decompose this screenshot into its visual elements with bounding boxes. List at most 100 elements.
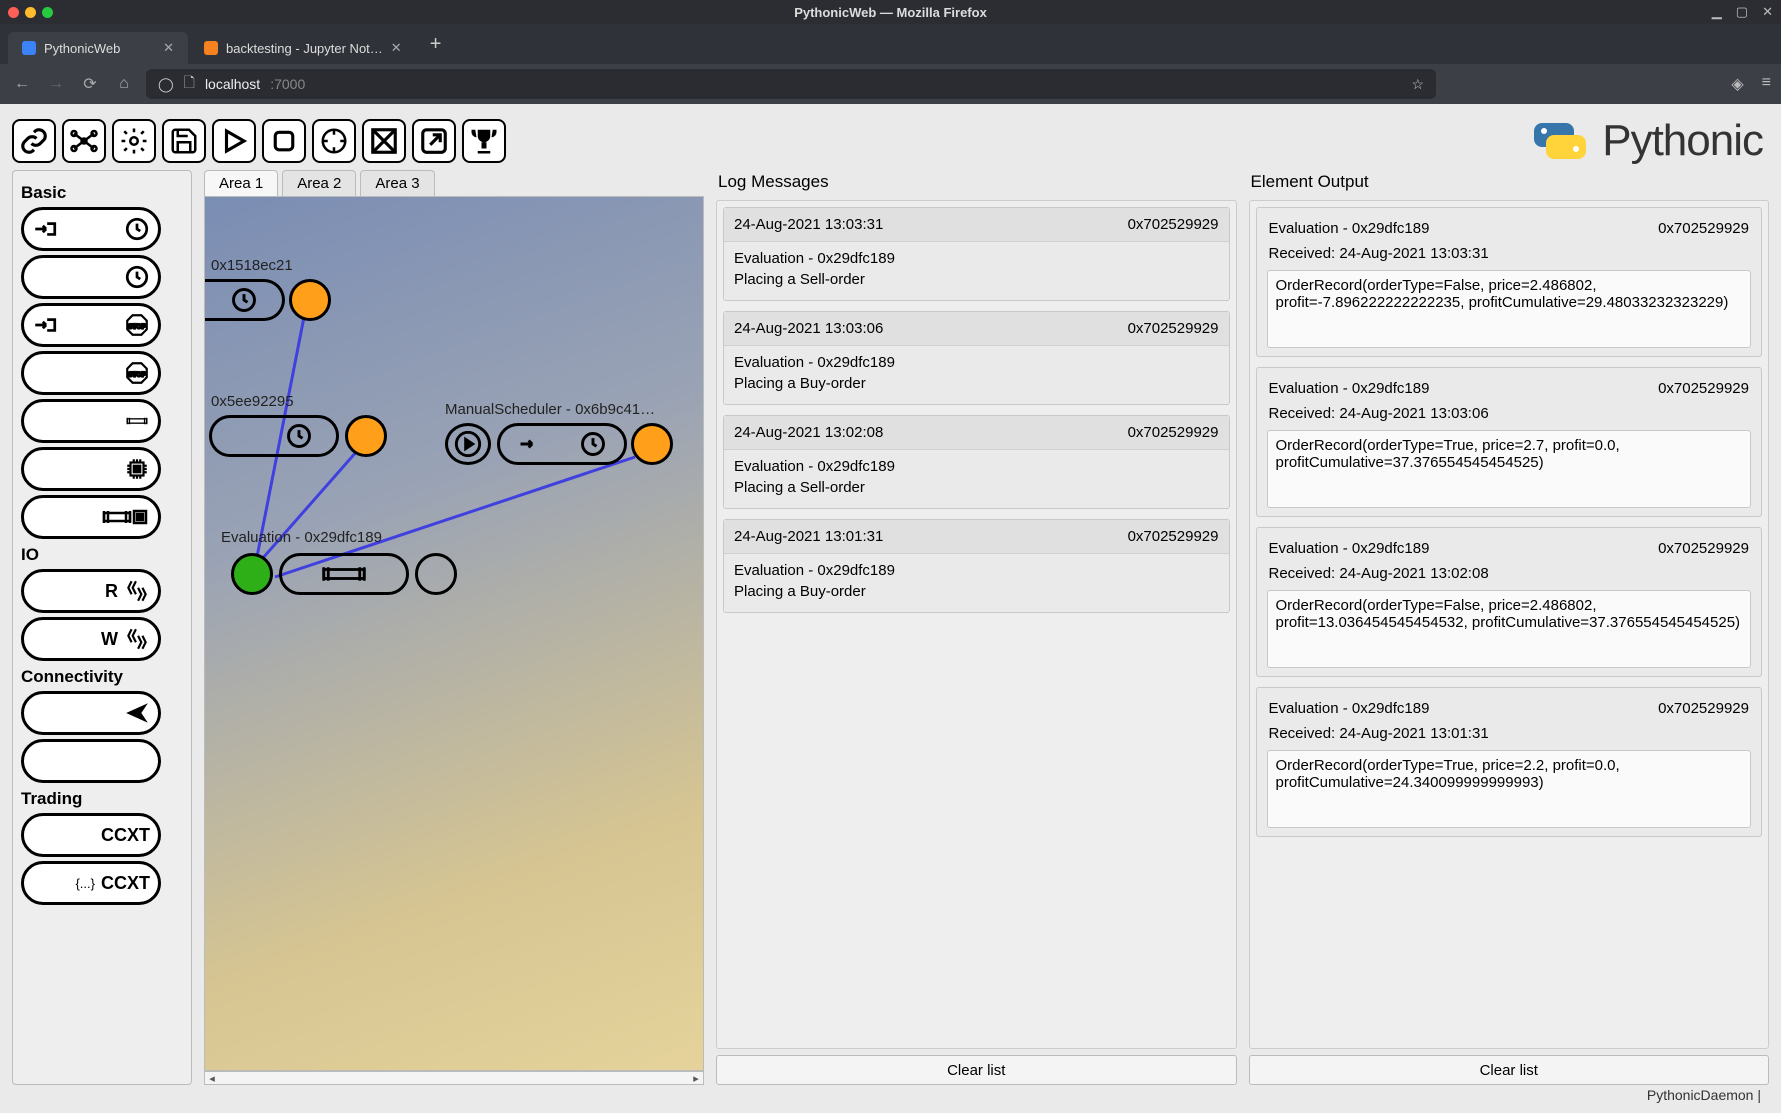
tab-close-icon[interactable]: ✕ [163,40,174,56]
palette-item-clock[interactable] [21,255,161,299]
url-host: localhost [205,76,260,92]
node-scheduler[interactable] [209,415,339,457]
node-input-connector[interactable] [231,553,273,595]
palette-item-ccxt[interactable]: CCXT [21,813,161,857]
clear-output-button[interactable]: Clear list [1249,1055,1770,1085]
nav-home-icon[interactable]: ⌂ [112,75,136,93]
output-item[interactable]: Evaluation - 0x29dfc1890x702529929 Recei… [1256,367,1763,517]
tab-close-icon[interactable]: ✕ [391,40,402,56]
palette-item-io-write[interactable]: W [21,617,161,661]
window-close-icon[interactable]: ✕ [1762,4,1773,20]
window-restore-icon[interactable]: ▢ [1736,4,1748,20]
hamburger-menu-icon[interactable]: ≡ [1762,74,1771,94]
node-connector[interactable] [631,423,673,465]
log-item[interactable]: 24-Aug-2021 13:01:310x702529929 Evaluati… [723,519,1230,613]
traffic-light-close[interactable] [8,7,19,18]
element-output-panel: Element Output Evaluation - 0x29dfc189 0x… [1249,170,1770,1085]
area-tab[interactable]: Area 2 [282,170,356,196]
link-button[interactable] [12,119,56,163]
output-record: OrderRecord(orderType=True, price=2.7, p… [1267,430,1752,508]
palette-item-empty[interactable] [21,739,161,783]
favicon-icon [204,41,218,55]
panel-title: Element Output [1251,172,1770,192]
node-label: 0x1518ec21 [211,257,293,274]
window-titlebar: PythonicWeb — Mozilla Firefox ▁ ▢ ✕ [0,0,1781,24]
browser-tab[interactable]: PythonicWeb ✕ [8,32,188,64]
traffic-light-min[interactable] [25,7,36,18]
log-item[interactable]: 24-Aug-2021 13:03:310x702529929 Evaluati… [723,207,1230,301]
target-button[interactable] [312,119,356,163]
output-title: Evaluation - 0x29dfc189 [1269,220,1430,237]
palette-item-ccxt-config[interactable]: {...} CCXT [21,861,161,905]
log-line: Evaluation - 0x29dfc189 [734,458,1219,475]
palette-item-pointer-clock[interactable] [21,207,161,251]
palette-group-title: Trading [21,789,183,809]
nav-reload-icon[interactable]: ⟳ [78,74,102,94]
browser-tab-label: backtesting - Jupyter Not… [226,41,383,56]
node-pipe[interactable] [279,553,409,595]
play-button[interactable] [212,119,256,163]
node-play[interactable] [445,423,491,465]
log-timestamp: 24-Aug-2021 13:03:06 [734,320,883,337]
log-item[interactable]: 24-Aug-2021 13:03:060x702529929 Evaluati… [723,311,1230,405]
palette-item-pointer-stop[interactable]: STOP [21,303,161,347]
kill-button[interactable] [362,119,406,163]
window-min-icon[interactable]: ▁ [1712,4,1722,20]
log-line: Evaluation - 0x29dfc189 [734,250,1219,267]
panel-title: Log Messages [718,172,1237,192]
browser-tabbar: PythonicWeb ✕ backtesting - Jupyter Not…… [0,24,1781,64]
palette-item-pipe[interactable] [21,399,161,443]
output-item[interactable]: Evaluation - 0x29dfc1890x702529929 Recei… [1256,687,1763,837]
stop-button[interactable] [262,119,306,163]
output-record: OrderRecord(orderType=False, price=2.486… [1267,270,1752,348]
shield-icon: ◯ [158,76,174,93]
svg-text:STOP: STOP [128,371,146,378]
area-tab[interactable]: Area 1 [204,170,278,196]
output-id: 0x702529929 [1658,220,1749,237]
node-label: Evaluation - 0x29dfc189 [221,529,382,546]
palette-item-pipe-chip[interactable] [21,495,161,539]
output-received: Received: 24-Aug-2021 13:03:06 [1267,401,1752,430]
area-tabs: Area 1 Area 2 Area 3 [204,170,704,196]
graph-canvas[interactable]: 0x1518ec21 0x5ee92295 ManualScheduler - … [204,196,704,1071]
settings-button[interactable] [112,119,156,163]
clear-log-button[interactable]: Clear list [716,1055,1237,1085]
palette-item-chip[interactable] [21,447,161,491]
canvas-horizontal-scrollbar[interactable]: ◂▸ [204,1071,704,1085]
log-id: 0x702529929 [1128,424,1219,441]
palette-group-title: Connectivity [21,667,183,687]
pocket-icon[interactable]: ◈ [1731,74,1743,94]
output-received: Received: 24-Aug-2021 13:02:08 [1267,561,1752,590]
node-scheduler[interactable] [205,279,285,321]
palette-group-title: Basic [21,183,183,203]
output-id: 0x702529929 [1658,700,1749,717]
app-toolbar: Pythonic [12,112,1769,170]
palette-item-io-read[interactable]: R [21,569,161,613]
export-button[interactable] [412,119,456,163]
log-list[interactable]: 24-Aug-2021 13:03:310x702529929 Evaluati… [716,200,1237,1049]
graph-button[interactable] [62,119,106,163]
node-connector[interactable] [289,279,331,321]
window-title: PythonicWeb — Mozilla Firefox [794,5,987,20]
url-input[interactable]: ◯ 🗋 localhost:7000 ☆ [146,69,1436,99]
area-tab[interactable]: Area 3 [360,170,434,196]
brand-text: Pythonic [1602,116,1763,166]
palette-item-send[interactable] [21,691,161,735]
new-tab-button[interactable]: + [418,33,454,56]
nav-back-icon[interactable]: ← [10,75,34,93]
bookmark-star-icon[interactable]: ☆ [1411,76,1424,93]
output-item[interactable]: Evaluation - 0x29dfc1890x702529929 Recei… [1256,207,1763,357]
trophy-button[interactable] [462,119,506,163]
palette-group-title: IO [21,545,183,565]
output-item[interactable]: Evaluation - 0x29dfc1890x702529929 Recei… [1256,527,1763,677]
palette-item-stop[interactable]: STOP [21,351,161,395]
log-line: Evaluation - 0x29dfc189 [734,562,1219,579]
output-list[interactable]: Evaluation - 0x29dfc189 0x702529929 Recei… [1249,200,1770,1049]
node-connector[interactable] [345,415,387,457]
log-item[interactable]: 24-Aug-2021 13:02:080x702529929 Evaluati… [723,415,1230,509]
node-output-connector[interactable] [415,553,457,595]
traffic-light-max[interactable] [42,7,53,18]
save-button[interactable] [162,119,206,163]
node-pointer-clock[interactable] [497,423,627,465]
browser-tab[interactable]: backtesting - Jupyter Not… ✕ [190,32,416,64]
